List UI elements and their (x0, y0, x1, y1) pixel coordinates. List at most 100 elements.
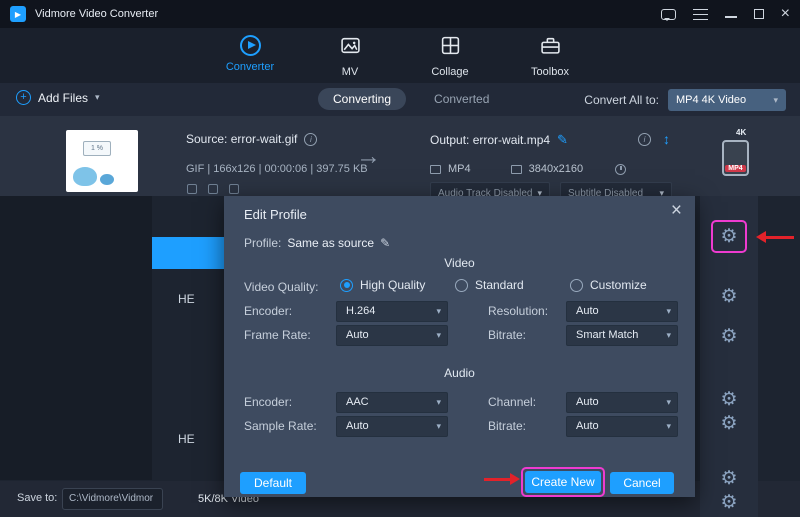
create-new-highlight: Create New (521, 467, 605, 497)
chevron-down-icon: ▾ (773, 95, 778, 106)
save-to-label: Save to: (17, 492, 57, 504)
add-files-button[interactable]: + Add Files ▾ (16, 90, 100, 105)
output-format-icon: MP4 (722, 140, 749, 176)
video-encoder-dropdown[interactable]: H.264 ▾ (336, 301, 448, 322)
output-icons: i ↕ (638, 131, 670, 147)
maximize-button[interactable] (754, 9, 764, 19)
edit-tool-icon[interactable] (187, 184, 197, 194)
create-new-button[interactable]: Create New (525, 471, 601, 493)
main-nav: Converter MV Collage To (0, 28, 800, 83)
dialog-title: Edit Profile (244, 207, 307, 222)
profile-row: Profile: Same as source ✎ (244, 236, 390, 250)
tab-toolbox[interactable]: Toolbox (517, 35, 583, 83)
edit-tool-icon[interactable] (208, 184, 218, 194)
info-icon[interactable]: i (304, 133, 317, 146)
default-button[interactable]: Default (240, 472, 306, 494)
app-window: ▶ Vidmore Video Converter × Converter MV (0, 0, 800, 517)
audio-bitrate-label: Bitrate: (488, 419, 526, 433)
tab-label: Toolbox (531, 66, 569, 78)
minimize-button[interactable] (725, 16, 737, 18)
profile-gear-button[interactable]: ⚙ (717, 285, 741, 309)
dropdown-value: Auto (576, 420, 599, 432)
channel-dropdown[interactable]: Auto ▾ (566, 392, 678, 413)
tab-mv[interactable]: MV (317, 35, 383, 83)
output-line: Output: error-wait.mp4 ✎ (430, 132, 568, 148)
list-tabs: Converting Converted (318, 88, 491, 110)
file-row: 1 % Source: error-wait.gif i GIF | 166x1… (0, 116, 800, 196)
audio-bitrate-dropdown[interactable]: Auto ▾ (566, 416, 678, 437)
plus-icon: + (16, 90, 31, 105)
menu-icon[interactable] (693, 9, 708, 20)
output-format: MP4 (448, 163, 471, 175)
edit-profile-dialog: Edit Profile × Profile: Same as source ✎… (224, 196, 695, 497)
profile-item-partial: HE (178, 292, 195, 306)
save-to-input[interactable]: C:\Vidmore\Vidmor (62, 488, 163, 510)
chevron-down-icon: ▾ (436, 393, 441, 412)
radio-icon (340, 279, 353, 292)
titlebar-controls: × (661, 7, 790, 21)
dropdown-value: Auto (346, 329, 369, 341)
convert-all-dropdown[interactable]: MP4 4K Video ▾ (668, 89, 786, 111)
edit-profile-name-icon[interactable]: ✎ (380, 236, 390, 250)
radio-standard[interactable]: Standard (455, 278, 524, 292)
sample-rate-label: Sample Rate: (244, 419, 317, 433)
resolution-label: Resolution: (488, 304, 548, 318)
profile-gear-button[interactable]: ⚙ (717, 412, 741, 436)
thumbnail-character (73, 167, 97, 186)
dropdown-value: AAC (346, 396, 369, 408)
add-files-label: Add Files (38, 91, 88, 105)
profile-gear-button[interactable]: ⚙ (717, 491, 741, 515)
profile-gear-button[interactable]: ⚙ (717, 467, 741, 491)
video-bitrate-dropdown[interactable]: Smart Match ▾ (566, 325, 678, 346)
chevron-down-icon: ▾ (666, 326, 671, 345)
close-button[interactable]: × (781, 7, 790, 21)
profile-category-list (0, 196, 152, 480)
radio-high-quality[interactable]: High Quality (340, 278, 425, 292)
source-meta: GIF | 166x126 | 00:00:06 | 397.75 KB (186, 163, 368, 175)
chevron-down-icon: ▾ (436, 417, 441, 436)
dialog-close-button[interactable]: × (671, 201, 682, 221)
chevron-down-icon: ▾ (436, 326, 441, 345)
source-filename: Source: error-wait.gif (186, 132, 297, 146)
cancel-button[interactable]: Cancel (610, 472, 674, 494)
info-icon[interactable]: i (638, 133, 651, 146)
convert-all-label: Convert All to: (584, 93, 659, 107)
tab-converted[interactable]: Converted (432, 88, 491, 110)
output-meta: MP4 3840x2160 (430, 163, 626, 175)
source-line: Source: error-wait.gif i (186, 132, 317, 146)
output-resolution: 3840x2160 (529, 163, 583, 175)
compress-icon[interactable]: ↕ (663, 131, 670, 147)
tab-converter[interactable]: Converter (217, 35, 283, 83)
radio-label: Standard (475, 278, 524, 292)
format-icon (430, 165, 441, 174)
audio-encoder-label: Encoder: (244, 395, 292, 409)
convert-arrow-icon: → (356, 142, 381, 171)
tab-converting[interactable]: Converting (318, 88, 406, 110)
profile-gear-button[interactable]: ⚙ (717, 325, 741, 349)
feedback-icon[interactable] (661, 9, 676, 20)
chevron-down-icon: ▾ (666, 302, 671, 321)
sample-rate-dropdown[interactable]: Auto ▾ (336, 416, 448, 437)
profile-gear-button[interactable]: ⚙ (717, 388, 741, 412)
rename-icon[interactable]: ✎ (557, 132, 568, 148)
audio-section-header: Audio (224, 366, 695, 380)
thumbnail-character-2 (100, 174, 114, 185)
dropdown-value: H.264 (346, 305, 375, 317)
radio-label: Customize (590, 278, 647, 292)
radio-icon (570, 279, 583, 292)
chevron-down-icon: ▾ (95, 92, 100, 103)
audio-encoder-dropdown[interactable]: AAC ▾ (336, 392, 448, 413)
edit-tool-icon[interactable] (229, 184, 239, 194)
dropdown-value: Auto (576, 396, 599, 408)
chevron-down-icon: ▾ (666, 417, 671, 436)
tab-collage[interactable]: Collage (417, 35, 483, 83)
convert-all-group: Convert All to: MP4 4K Video ▾ (584, 89, 786, 111)
radio-customize[interactable]: Customize (570, 278, 647, 292)
output-4k-badge: 4K (736, 128, 746, 137)
output-filename: Output: error-wait.mp4 (430, 133, 550, 147)
selected-category-partial[interactable] (152, 237, 224, 269)
encoder-label: Encoder: (244, 304, 292, 318)
resolution-dropdown[interactable]: Auto ▾ (566, 301, 678, 322)
frame-rate-dropdown[interactable]: Auto ▾ (336, 325, 448, 346)
edit-tools (187, 184, 239, 194)
